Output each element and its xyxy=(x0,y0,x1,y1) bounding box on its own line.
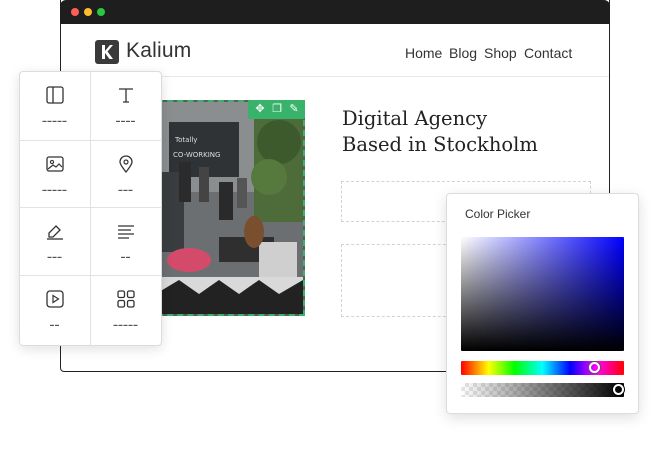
text-icon xyxy=(119,88,133,103)
widget-map[interactable]: ▬▬▬ xyxy=(91,141,161,209)
copy-icon[interactable]: ❐ xyxy=(268,100,286,119)
svg-text:CO-WORKING: CO-WORKING xyxy=(173,151,220,159)
close-window-button[interactable] xyxy=(71,8,79,16)
pen-icon xyxy=(47,225,63,240)
widget-gallery[interactable]: ▬▬▬▬▬ xyxy=(91,276,161,344)
widget-label: ▬▬▬▬▬ xyxy=(42,187,68,192)
svg-text:Totally: Totally xyxy=(174,136,197,144)
widget-label: ▬▬▬▬▬ xyxy=(113,322,139,327)
widget-label: ▬▬▬ xyxy=(47,254,63,259)
widget-video[interactable]: ▬▬ xyxy=(20,276,90,344)
nav-contact[interactable]: Contact xyxy=(524,45,572,61)
logo-icon[interactable] xyxy=(95,40,119,64)
empty-block-placeholder[interactable] xyxy=(341,244,451,317)
map-pin-icon xyxy=(119,155,133,173)
widget-columns[interactable]: ▬▬▬▬▬ xyxy=(20,72,90,140)
align-icon xyxy=(118,225,134,239)
move-icon[interactable]: ✥ xyxy=(251,100,269,119)
widget-text-block[interactable]: ▬▬ xyxy=(91,208,161,276)
hero-title-line2: Based in Stockholm xyxy=(342,133,538,156)
image-icon xyxy=(46,156,64,172)
nav-shop[interactable]: Shop xyxy=(484,45,517,61)
widget-image[interactable]: ▬▬▬▬▬ xyxy=(20,141,90,209)
color-picker-title: Color Picker xyxy=(465,207,531,221)
widget-label: ▬▬ xyxy=(121,254,131,259)
nav-home[interactable]: Home xyxy=(405,45,442,61)
alpha-slider-handle[interactable] xyxy=(613,384,624,395)
hue-slider-handle[interactable] xyxy=(588,362,600,373)
widget-label: ▬▬▬▬▬ xyxy=(42,118,68,123)
widget-signature[interactable]: ▬▬▬ xyxy=(20,208,90,276)
hero-title: Digital Agency Based in Stockholm xyxy=(342,106,582,158)
minimize-window-button[interactable] xyxy=(84,8,92,16)
widget-label: ▬▬ xyxy=(50,322,60,327)
grid-icon xyxy=(117,290,135,308)
widget-label: ▬▬▬▬ xyxy=(116,118,136,123)
edit-icon[interactable]: ✎ xyxy=(285,100,303,119)
image-toolbar: ✥ ❐ ✎ xyxy=(248,100,305,119)
saturation-value-area[interactable] xyxy=(461,237,624,351)
hero-title-line1: Digital Agency xyxy=(342,107,488,130)
video-icon xyxy=(46,290,64,308)
alpha-slider[interactable] xyxy=(461,383,624,397)
logo-text[interactable]: Kalium xyxy=(126,39,191,63)
maximize-window-button[interactable] xyxy=(97,8,105,16)
browser-titlebar xyxy=(60,0,610,24)
columns-icon xyxy=(46,86,64,104)
widget-text[interactable]: ▬▬▬▬ xyxy=(91,72,161,140)
nav-blog[interactable]: Blog xyxy=(449,45,477,61)
office-photo[interactable]: Totally CO-WORKING xyxy=(157,100,305,316)
widget-label: ▬▬▬ xyxy=(118,187,134,192)
